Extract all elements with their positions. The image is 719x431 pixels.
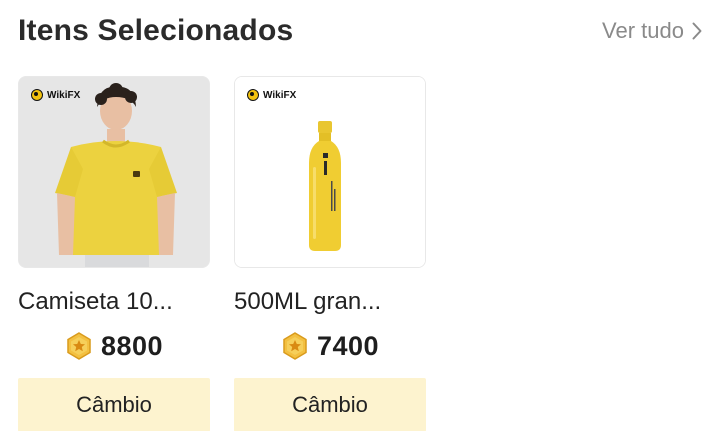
brand-name: WikiFX <box>47 89 81 101</box>
star-coin-icon <box>281 332 309 360</box>
section-header: Itens Selecionados Ver tudo <box>18 12 702 52</box>
water-bottle-illustration <box>235 77 425 267</box>
see-all-link[interactable]: Ver tudo <box>602 18 702 44</box>
product-image[interactable]: WikiFX <box>234 76 426 268</box>
product-card[interactable]: WikiFX Camiseta 10... 8800 Câmbio <box>18 76 210 431</box>
brand-name: WikiFX <box>263 89 297 101</box>
brand-badge: WikiFX <box>31 89 80 101</box>
product-price: 7400 <box>234 330 426 362</box>
exchange-button[interactable]: Câmbio <box>234 378 426 431</box>
product-card[interactable]: WikiFX 500ML gran... 7400 Câmbio <box>234 76 426 431</box>
tshirt-model-illustration <box>19 77 209 267</box>
star-coin-icon <box>65 332 93 360</box>
price-value: 8800 <box>100 330 164 361</box>
exchange-button[interactable]: Câmbio <box>18 378 210 431</box>
product-image[interactable]: WikiFX <box>18 76 210 268</box>
see-all-label: Ver tudo <box>602 18 684 43</box>
chevron-right-icon <box>692 22 702 40</box>
wikifx-logo-icon <box>31 89 43 101</box>
price-value: 7400 <box>316 330 380 361</box>
product-name[interactable]: 500ML gran... <box>234 288 426 316</box>
product-price: 8800 <box>18 330 210 362</box>
section-title: Itens Selecionados <box>18 14 294 47</box>
wikifx-logo-icon <box>247 89 259 101</box>
product-name[interactable]: Camiseta 10... <box>18 288 210 316</box>
brand-badge: WikiFX <box>247 89 296 101</box>
